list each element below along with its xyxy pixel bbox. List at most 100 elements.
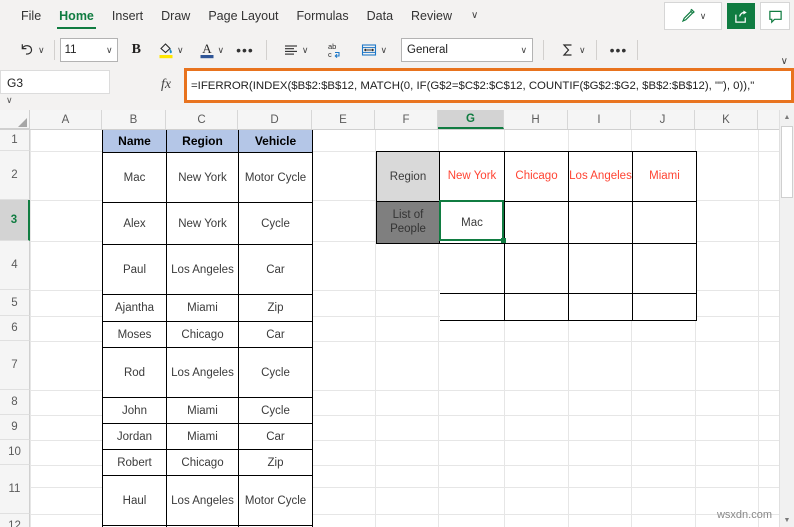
column-header-i[interactable]: I: [568, 110, 631, 129]
wrap-text-button[interactable]: ab c: [320, 35, 348, 65]
table-row[interactable]: Paul Los Angeles Car: [102, 244, 313, 295]
row-header-9[interactable]: 9: [0, 415, 30, 440]
column-header-d[interactable]: D: [238, 110, 312, 129]
tab-formulas[interactable]: Formulas: [288, 0, 358, 32]
result-cell-j4[interactable]: [632, 243, 697, 294]
result-header-los-angeles[interactable]: Los Angeles: [568, 151, 633, 202]
tab-insert[interactable]: Insert: [103, 0, 152, 32]
number-format-select[interactable]: General ∨: [401, 38, 534, 62]
cell-region[interactable]: Miami: [166, 397, 239, 424]
cell-region[interactable]: Miami: [166, 294, 239, 322]
result-row[interactable]: [377, 293, 697, 321]
cell-region[interactable]: New York: [166, 152, 239, 203]
cell-name[interactable]: Jordan: [102, 423, 167, 450]
font-color-button[interactable]: A ∨: [194, 35, 229, 65]
result-cell-h3[interactable]: [504, 201, 569, 244]
result-header-new-york[interactable]: New York: [439, 151, 505, 202]
result-cell-h4[interactable]: [504, 243, 569, 294]
result-row[interactable]: [377, 243, 697, 294]
share-button[interactable]: [727, 3, 755, 29]
result-header-miami[interactable]: Miami: [632, 151, 697, 202]
cell-region[interactable]: New York: [166, 202, 239, 245]
cell-region[interactable]: Los Angeles: [166, 347, 239, 398]
formula-input[interactable]: =IFERROR(INDEX($B$2:$B$12, MATCH(0, IF(G…: [184, 68, 794, 103]
tab-draw[interactable]: Draw: [152, 0, 199, 32]
column-header-j[interactable]: J: [631, 110, 695, 129]
row-header-8[interactable]: 8: [0, 390, 30, 415]
cell-region[interactable]: Chicago: [166, 449, 239, 476]
column-header-h[interactable]: H: [504, 110, 568, 129]
cell-name[interactable]: Haul: [102, 475, 167, 526]
cell-vehicle[interactable]: Cycle: [238, 397, 313, 424]
table-row[interactable]: Mac New York Motor Cycle: [102, 152, 313, 203]
autosum-chevron-down-icon[interactable]: ∨: [579, 45, 586, 56]
column-header-g[interactable]: G: [438, 110, 504, 129]
merge-cells-chevron-down-icon[interactable]: ∨: [380, 45, 387, 56]
result-cell-g4[interactable]: [439, 243, 505, 294]
table-row[interactable]: Moses Chicago Car: [102, 321, 313, 348]
bold-button[interactable]: B: [128, 35, 145, 65]
cell-name[interactable]: Mac: [102, 152, 167, 203]
column-header-c[interactable]: C: [166, 110, 238, 129]
undo-button[interactable]: ∨: [14, 35, 49, 65]
autosum-button[interactable]: ∨: [555, 35, 590, 65]
more-toolbar-options-button[interactable]: •••: [606, 35, 632, 65]
cell-vehicle[interactable]: Car: [238, 244, 313, 295]
row-header-10[interactable]: 10: [0, 440, 30, 465]
scroll-up-icon[interactable]: ▲: [780, 110, 794, 124]
fill-color-button[interactable]: ∨: [153, 35, 188, 65]
tab-review[interactable]: Review: [402, 0, 461, 32]
cell-name[interactable]: Ajantha: [102, 294, 167, 322]
scroll-down-icon[interactable]: ▼: [780, 513, 794, 527]
alignment-button[interactable]: ∨: [278, 35, 313, 65]
alignment-chevron-down-icon[interactable]: ∨: [302, 45, 309, 56]
fill-color-chevron-down-icon[interactable]: ∨: [177, 45, 184, 56]
table-row[interactable]: Haul Los Angeles Motor Cycle: [102, 475, 313, 526]
cell-vehicle[interactable]: Motor Cycle: [238, 152, 313, 203]
font-size-chevron-down-icon[interactable]: ∨: [106, 45, 113, 56]
row-header-6[interactable]: 6: [0, 316, 30, 341]
result-cell-i4[interactable]: [568, 243, 633, 294]
table-row[interactable]: Ajantha Miami Zip: [102, 294, 313, 322]
vertical-scrollbar[interactable]: ▲ ▼: [779, 110, 794, 527]
result-header-chicago[interactable]: Chicago: [504, 151, 569, 202]
table-row[interactable]: Robert Chicago Zip: [102, 449, 313, 476]
row-header-1[interactable]: 1: [0, 129, 30, 151]
column-header-k[interactable]: K: [695, 110, 758, 129]
cell-region[interactable]: Los Angeles: [166, 244, 239, 295]
cell-vehicle[interactable]: Zip: [238, 449, 313, 476]
name-box-chevron-down-icon[interactable]: ∨: [6, 95, 13, 106]
result-cell-g3[interactable]: Mac: [439, 201, 505, 244]
comment-button[interactable]: [760, 2, 790, 30]
tab-data[interactable]: Data: [358, 0, 402, 32]
result-cell-g5[interactable]: [439, 293, 505, 321]
ribbon-overflow-chevron-icon[interactable]: ∨: [461, 0, 488, 32]
row-header-12[interactable]: 12: [0, 514, 30, 527]
cell-vehicle[interactable]: Zip: [238, 294, 313, 322]
table-row[interactable]: Rod Los Angeles Cycle: [102, 347, 313, 398]
row-header-2[interactable]: 2: [0, 151, 30, 200]
result-cell-h5[interactable]: [504, 293, 569, 321]
cell-name[interactable]: Alex: [102, 202, 167, 245]
column-header-b[interactable]: B: [102, 110, 166, 129]
tab-file[interactable]: File: [12, 0, 50, 32]
row-header-3[interactable]: 3: [0, 200, 30, 241]
column-header-f[interactable]: F: [375, 110, 438, 129]
table-row[interactable]: Alex New York Cycle: [102, 202, 313, 245]
cell-name[interactable]: Paul: [102, 244, 167, 295]
cell-vehicle[interactable]: Motor Cycle: [238, 475, 313, 526]
result-cell-i3[interactable]: [568, 201, 633, 244]
row-header-11[interactable]: 11: [0, 465, 30, 514]
row-header-4[interactable]: 4: [0, 241, 30, 290]
row-header-5[interactable]: 5: [0, 290, 30, 316]
number-format-chevron-down-icon[interactable]: ∨: [520, 45, 527, 56]
merge-cells-button[interactable]: ∨: [356, 35, 391, 65]
cell-vehicle[interactable]: Car: [238, 321, 313, 348]
cell-region[interactable]: Chicago: [166, 321, 239, 348]
column-header-a[interactable]: A: [30, 110, 102, 129]
select-all-corner-icon[interactable]: [0, 110, 30, 129]
cell-name[interactable]: Moses: [102, 321, 167, 348]
cell-name[interactable]: John: [102, 397, 167, 424]
toolbar-collapse-chevron-icon[interactable]: ∨: [781, 56, 788, 67]
table-row[interactable]: Jordan Miami Car: [102, 423, 313, 450]
